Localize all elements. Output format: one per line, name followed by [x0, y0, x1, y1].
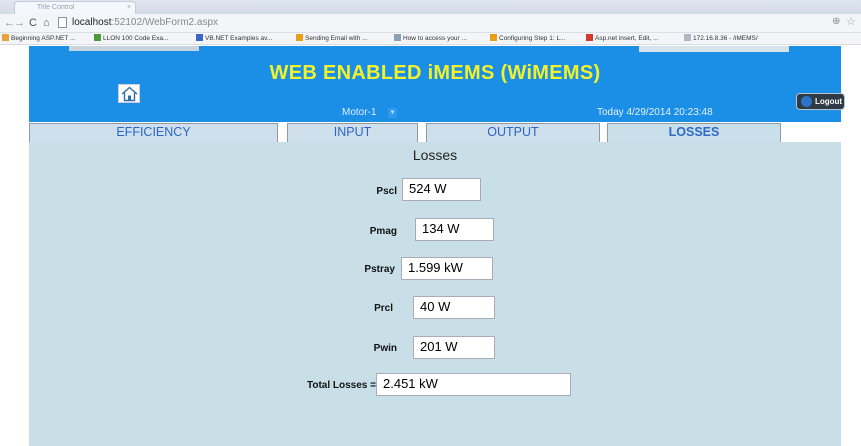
site-title: WEB ENABLED iMEMS (WiMEMS)	[269, 62, 601, 84]
tab-losses[interactable]: LOSSES	[607, 123, 781, 142]
browser-tab[interactable]: Title Control ×	[14, 1, 136, 14]
bookmark-item[interactable]: Beginning ASP.NET ...	[2, 34, 75, 44]
pscl-value: 524 W	[402, 178, 481, 201]
pstray-value: 1.599 kW	[401, 257, 493, 280]
browser-toolbar: ← → C ⌂ localhost:52102/WebForm2.aspx ⊕ …	[0, 14, 861, 33]
site-header: WEB ENABLED iMEMS (WiMEMS) Motor-1 ▼ Tod…	[29, 46, 845, 122]
url-path: :52102/WebForm2.aspx	[111, 17, 219, 28]
bookmark-label: Asp.net insert, Edit, ...	[595, 35, 659, 42]
house-icon	[121, 86, 138, 102]
address-bar[interactable]: localhost:52102/WebForm2.aspx	[72, 17, 218, 29]
tab-output[interactable]: OUTPUT	[426, 123, 600, 142]
browser-tabstrip: Title Control ×	[0, 0, 861, 14]
total-losses-value: 2.451 kW	[376, 373, 571, 396]
prcl-label: Prcl	[374, 303, 393, 314]
bookmark-star-icon[interactable]: ☆	[846, 15, 856, 28]
home-button[interactable]	[118, 84, 140, 103]
bookmark-icon	[684, 34, 691, 41]
browser-tab-title: Title Control	[37, 4, 75, 11]
bookmark-item[interactable]: Configuring Step 1: L...	[490, 34, 566, 44]
bookmark-label: Configuring Step 1: L...	[499, 35, 566, 42]
bookmark-icon	[490, 34, 497, 41]
page-icon	[58, 17, 67, 28]
losses-panel: Losses Pscl 524 W Pmag 134 W Pstray 1.59…	[29, 142, 841, 446]
pstray-label: Pstray	[364, 264, 395, 275]
bookmark-icon	[586, 34, 593, 41]
bookmark-label: Sending Email with ...	[305, 35, 368, 42]
bookmark-item[interactable]: 172.16.8.36 - /iMEMS/	[684, 34, 758, 44]
bookmark-item[interactable]: Asp.net insert, Edit, ...	[586, 34, 659, 44]
section-title: Losses	[412, 147, 458, 163]
prcl-value: 40 W	[413, 296, 495, 319]
bookmark-label: Beginning ASP.NET ...	[11, 35, 76, 42]
chevron-down-icon: ▼	[388, 108, 397, 118]
total-losses-label: Total Losses =	[306, 380, 376, 391]
bookmark-item[interactable]: LLON 100 Code Exa...	[94, 34, 168, 44]
header-logo-strip	[69, 46, 199, 51]
home-icon[interactable]: ⌂	[43, 16, 50, 30]
pmag-label: Pmag	[369, 226, 397, 237]
bookmarks-bar: Beginning ASP.NET ... LLON 100 Code Exa.…	[0, 33, 861, 45]
bookmark-icon	[94, 34, 101, 41]
tab-efficiency[interactable]: EFFICIENCY	[29, 123, 278, 142]
bookmark-icon	[196, 34, 203, 41]
pwin-value: 201 W	[413, 336, 495, 359]
pmag-value: 134 W	[415, 218, 494, 241]
bookmark-icon	[394, 34, 401, 41]
bookmark-label: LLON 100 Code Exa...	[103, 35, 169, 42]
bookmark-item[interactable]: Sending Email with ...	[296, 34, 368, 44]
current-datetime: Today 4/29/2014 20:23:48	[597, 107, 713, 118]
header-banner-strip	[639, 46, 789, 52]
lock-icon	[801, 96, 812, 107]
bookmark-label: VB.NET Examples av...	[205, 35, 273, 42]
section-tabs: EFFICIENCY INPUT OUTPUT LOSSES	[29, 123, 841, 142]
motor-select[interactable]: Motor-1 ▼	[336, 106, 399, 120]
bookmark-icon	[2, 34, 9, 41]
bookmark-label: How to access your ...	[403, 35, 467, 42]
tab-input[interactable]: INPUT	[287, 123, 418, 142]
forward-arrow-icon[interactable]: →	[14, 16, 25, 30]
bookmark-item[interactable]: VB.NET Examples av...	[196, 34, 272, 44]
reload-icon[interactable]: C	[29, 16, 37, 30]
logout-button[interactable]: Logout	[796, 93, 845, 110]
pwin-label: Pwin	[373, 343, 397, 354]
bookmark-label: 172.16.8.36 - /iMEMS/	[693, 35, 758, 42]
pscl-label: Pscl	[376, 186, 397, 197]
bookmark-icon	[296, 34, 303, 41]
motor-select-value: Motor-1	[342, 107, 377, 118]
url-host: localhost	[72, 17, 112, 28]
logout-label: Logout	[815, 97, 843, 106]
bookmark-item[interactable]: How to access your ...	[394, 34, 467, 44]
close-tab-icon[interactable]: ×	[127, 4, 131, 11]
zoom-icon[interactable]: ⊕	[832, 16, 840, 27]
